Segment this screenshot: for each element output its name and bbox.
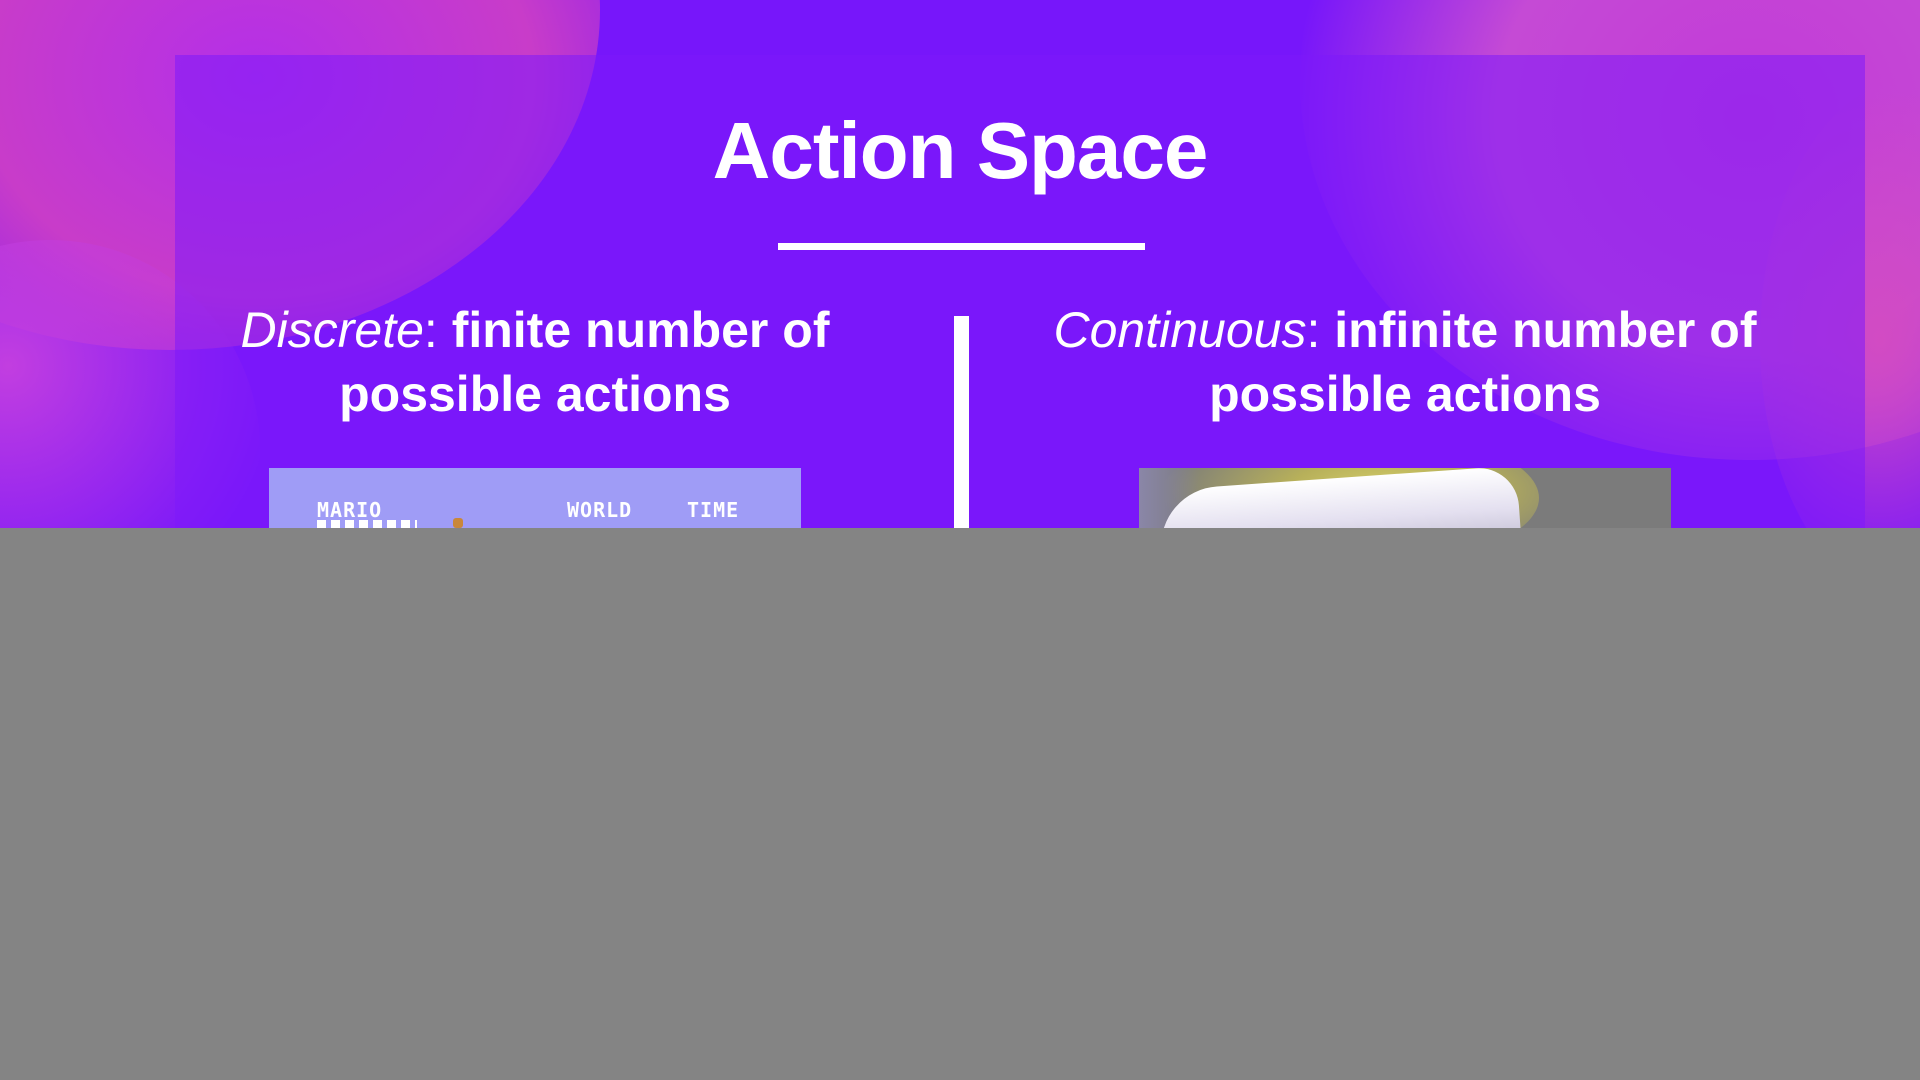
continuous-term: Continuous	[1053, 302, 1307, 358]
discrete-heading: Discrete: finite number of possible acti…	[190, 298, 880, 426]
coin-icon	[453, 518, 463, 528]
mario-game-image: MARIO WORLD TIME	[269, 468, 801, 528]
slide-title: Action Space	[712, 106, 1209, 195]
hud-score-digits	[317, 520, 417, 528]
continuous-heading: Continuous: infinite number of possible …	[1010, 298, 1800, 426]
slide: Action Space Discrete: finite number of …	[0, 0, 1920, 528]
discrete-colon: :	[423, 302, 438, 358]
hud-world-label: WORLD	[567, 498, 633, 522]
hud-time-label: TIME	[687, 498, 740, 522]
column-divider	[954, 316, 969, 528]
continuous-colon: :	[1306, 302, 1321, 358]
title-underline	[778, 243, 1145, 250]
discrete-term: Discrete	[240, 302, 424, 358]
robot-arm-image	[1139, 468, 1671, 528]
hud-player-label: MARIO	[317, 498, 383, 522]
